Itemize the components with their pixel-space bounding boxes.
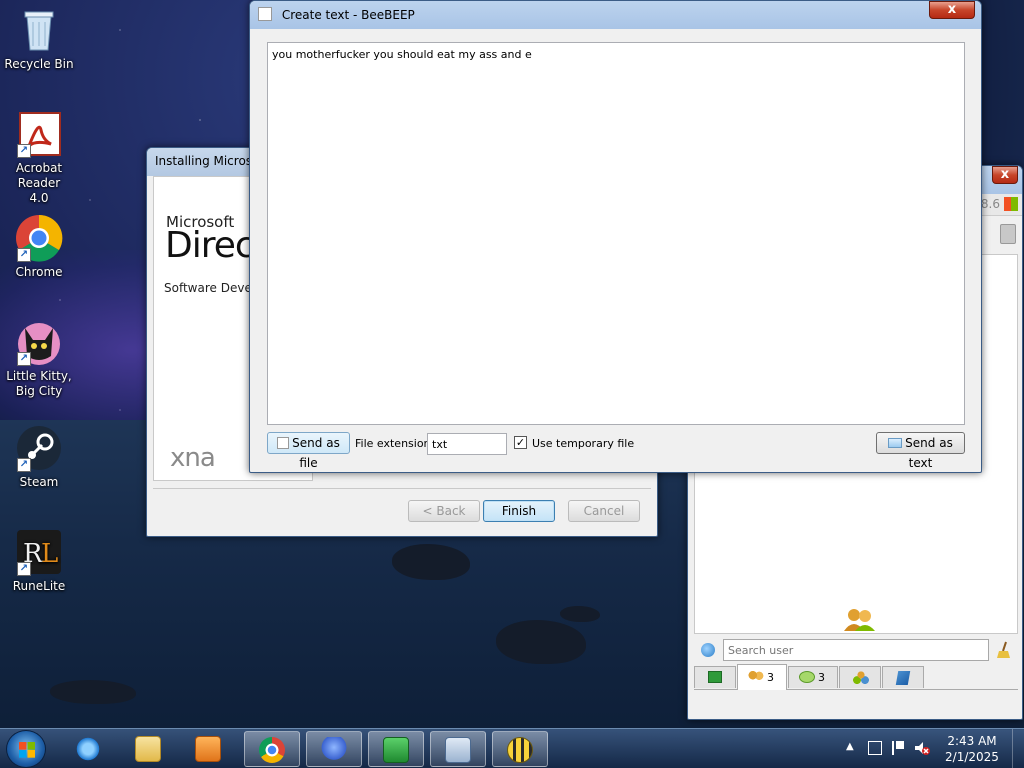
desktop-icon-steam[interactable]: ↗ Steam [1,424,77,490]
show-desktop-button[interactable] [1012,729,1024,768]
tray-flag-icon[interactable] [892,741,904,755]
network-status-icon[interactable] [701,643,715,657]
tab-chats[interactable]: 3 [788,666,838,688]
kitty-game-icon: ↗ [15,318,63,366]
file-extension-input[interactable] [427,433,507,455]
folder-icon [135,736,161,762]
internet-explorer-icon [75,736,101,762]
taskbar: ▲ 2:43 AM 2/1/2025 [0,728,1024,768]
toolbar-trash-icon[interactable] [1000,224,1016,244]
bee-icon [507,737,533,763]
steam-icon: ↗ [15,424,63,472]
use-temp-file-label: Use temporary file [532,437,635,450]
installer-title: Installing Microso [155,154,260,168]
create-text-title: Create text - BeeBEEP [281,8,415,22]
version-fragment: 8.6 [980,197,1000,211]
taskbar-media-player[interactable] [180,731,236,767]
xna-logo: xna [170,443,216,473]
desktop-icon-runelite[interactable]: RL ↗ RuneLite [1,528,77,594]
clock-time: 2:43 AM [947,734,997,748]
taskbar-explorer[interactable] [120,731,176,767]
checkmark-icon: ✓ [515,436,526,449]
shortcut-arrow-icon: ↗ [17,144,31,158]
desktop-icon-recycle-bin[interactable]: Recycle Bin [1,6,77,72]
cancel-button[interactable]: Cancel [568,500,640,522]
back-button[interactable]: < Back [408,500,480,522]
desktop-icon-label: Acrobat Reader 4.0 [15,161,63,205]
tab-chats-count: 3 [818,671,825,684]
tab-users-count: 3 [767,671,774,684]
installer-subtitle: Software Develc [164,281,262,295]
tab-files[interactable] [882,666,924,688]
desktop-icon-label: Steam [19,475,59,489]
genie-icon [321,737,347,763]
beebeep-main-close-button[interactable]: x [992,166,1018,184]
send-as-file-label: Send as file [292,436,340,470]
chrome-icon [259,737,285,763]
file-share-icon [895,671,911,685]
shortcut-arrow-icon: ↗ [17,458,31,472]
search-user-input[interactable] [723,639,989,661]
shortcut-arrow-icon: ↗ [17,248,31,262]
desktop-icon-acrobat-reader[interactable]: ↗ Acrobat Reader 4.0 [1,110,77,206]
clear-broom-icon[interactable] [996,641,1012,659]
taskbar-network[interactable] [430,731,486,767]
clock-date: 2/1/2025 [945,750,999,764]
desktop-icon-label: Chrome [15,265,63,279]
show-hidden-icons-button[interactable]: ▲ [846,741,854,752]
shortcut-arrow-icon: ↗ [17,562,31,576]
installer-divider [153,488,651,489]
taskbar-genie[interactable] [306,731,362,767]
send-as-file-button[interactable]: Send as file [267,432,350,470]
setup-icon [383,737,409,763]
taskbar-installer[interactable] [368,731,424,767]
tray-volume-muted-icon[interactable] [914,741,930,755]
windows-logo-icon [19,742,35,758]
groups-icon [853,671,869,684]
svg-text:L: L [41,539,58,569]
users-icon [748,671,764,683]
windows-flag-icon [1004,197,1018,211]
use-temp-file-checkbox[interactable]: ✓ [514,436,527,449]
taskbar-chrome[interactable] [244,731,300,767]
send-file-icon [277,437,290,449]
beebeep-tab-bar: 3 3 [694,664,1018,690]
send-as-text-label: Send as text [905,436,953,470]
taskbar-ie[interactable] [60,731,116,767]
desktop-icon-label: Little Kitty, Big City [6,369,72,398]
runelite-icon: RL ↗ [15,528,63,576]
finish-button[interactable]: Finish [483,500,555,522]
shortcut-arrow-icon: ↗ [17,352,31,366]
users-group-icon [843,607,875,634]
home-screen-icon [708,671,722,683]
desktop-icon-label: RuneLite [12,579,66,593]
tab-users[interactable]: 3 [737,664,787,690]
taskbar-beebeep[interactable] [492,731,548,767]
send-text-icon [888,438,903,448]
create-text-titlebar[interactable]: Create text - BeeBEEP x [250,1,981,29]
recycle-bin-icon [15,6,63,54]
acrobat-icon: ↗ [15,110,63,158]
desktop-icon-little-kitty[interactable]: ↗ Little Kitty, Big City [1,318,77,399]
send-as-text-button[interactable]: Send as text [876,432,965,470]
text-content-editor[interactable] [267,42,965,425]
tab-home[interactable] [694,666,736,688]
tray-network-icon[interactable] [868,741,882,755]
file-extension-label: File extension [355,437,431,450]
taskbar-clock[interactable]: 2:43 AM 2/1/2025 [940,733,1004,765]
document-icon [258,7,272,21]
create-text-close-button[interactable]: x [929,1,975,19]
media-player-icon [195,736,221,762]
chrome-icon: ↗ [15,214,63,262]
computer-network-icon [445,737,471,763]
desktop-icon-chrome[interactable]: ↗ Chrome [1,214,77,280]
desktop-icon-label: Recycle Bin [4,57,74,71]
start-button[interactable] [6,730,46,768]
create-text-window: Create text - BeeBEEP x Send as file Fil… [249,0,982,473]
brand-big: Direc [165,225,255,266]
chat-bubbles-icon [799,671,815,683]
tab-groups[interactable] [839,666,881,688]
